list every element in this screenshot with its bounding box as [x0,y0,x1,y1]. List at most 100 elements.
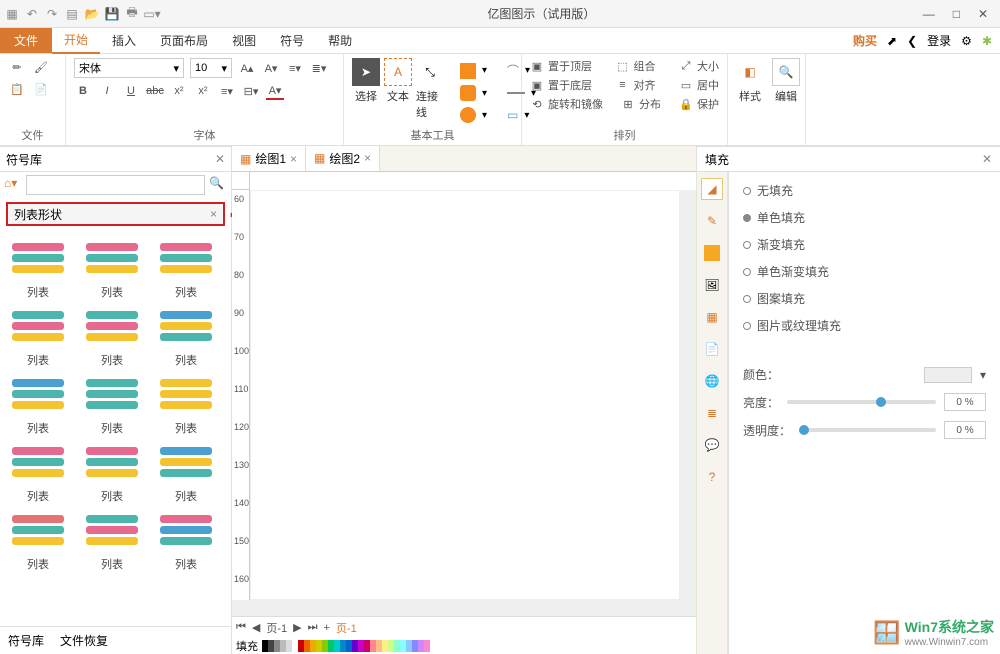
image-icon[interactable]: ▭ [507,108,518,122]
strike-button[interactable]: abc [146,82,164,100]
superscript-button[interactable]: x² [170,82,188,100]
menu-help[interactable]: 帮助 [316,28,364,53]
text-tool[interactable]: A 文本 [384,58,412,104]
protect-button[interactable]: 🔒保护 [679,96,719,112]
gallery-item[interactable]: 列表 [78,234,146,300]
layers-tab-icon[interactable]: ≣ [701,402,723,424]
font-family-combo[interactable]: 宋体▾ [74,58,184,78]
distribute-button[interactable]: ⊞分布 [621,96,661,112]
connector-tool[interactable]: ⤡ 连接线 [416,58,444,120]
fill-option-radio[interactable]: 单色填充 [743,209,986,226]
menu-symbols[interactable]: 符号 [268,28,316,53]
fill-option-radio[interactable]: 图案填充 [743,290,986,307]
font-size-combo[interactable]: 10▾ [190,58,232,78]
vertical-scrollbar[interactable] [680,190,696,600]
comment-tab-icon[interactable]: 💬 [701,434,723,456]
fill-option-radio[interactable]: 渐变填充 [743,236,986,253]
gallery-item[interactable]: 列表 [152,302,220,368]
circle-shape-icon[interactable] [460,107,476,123]
underline-button[interactable]: U [122,82,140,100]
open-icon[interactable]: 📂 [84,6,100,22]
menu-start[interactable]: 开始 [52,27,100,54]
effect-tab-icon[interactable]: ▦ [701,306,723,328]
doc-tab-2[interactable]: ▦绘图2× [306,146,380,171]
line-tab-icon[interactable]: ✎ [701,210,723,232]
menu-view[interactable]: 视图 [220,28,268,53]
font-grow-icon[interactable]: A▴ [238,59,256,77]
new-icon[interactable]: ▤ [64,6,80,22]
align-icon[interactable]: ≡▾ [218,82,236,100]
tab-file-restore[interactable]: 文件恢复 [60,632,108,649]
save-icon[interactable]: 💾 [104,6,120,22]
font-shrink-icon[interactable]: A▾ [262,59,280,77]
active-page[interactable]: 页-1 [336,620,357,636]
brightness-slider[interactable] [787,400,936,404]
rotate-button[interactable]: ⟲旋转和镜像 [530,96,603,112]
page-last-icon[interactable]: ⏭ [308,621,318,634]
subscript-button[interactable]: x² [194,82,212,100]
document-tab-icon[interactable]: 📄 [701,338,723,360]
send-back-button[interactable]: ▣置于底层 [530,77,592,93]
brightness-value[interactable]: 0 % [944,393,986,411]
bold-button[interactable]: B [74,82,92,100]
file-menu-button[interactable]: 文件 [0,28,52,53]
line-spacing-icon[interactable]: ≡▾ [286,59,304,77]
gallery-item[interactable]: 列表 [4,302,72,368]
buy-link[interactable]: 购买 [853,32,877,49]
style-button[interactable]: ◧ 样式 [736,58,764,104]
align-button[interactable]: ≡对齐 [616,77,656,93]
copy-icon[interactable]: 📋 [8,80,26,98]
export-icon[interactable]: ▭▾ [144,6,160,22]
page-prev-icon[interactable]: ◀ [252,621,260,634]
tab-symbol-library[interactable]: 符号库 [8,632,44,649]
gallery-item[interactable]: 列表 [152,370,220,436]
close-category-icon[interactable]: × [210,207,217,221]
gallery-item[interactable]: 列表 [152,234,220,300]
close-fill-panel-icon[interactable]: ✕ [982,152,992,166]
minimize-button[interactable]: — [923,7,935,21]
settings-icon[interactable]: ⚙ [961,34,972,48]
opacity-slider[interactable] [799,428,936,432]
opacity-value[interactable]: 0 % [944,421,986,439]
italic-button[interactable]: I [98,82,116,100]
gallery-item[interactable]: 列表 [152,438,220,504]
category-header-highlighted[interactable]: 列表形状 × [6,202,225,226]
edit-button[interactable]: 🔍 编辑 [772,58,800,104]
doc-tab-1[interactable]: ▦绘图1× [232,146,306,171]
menu-insert[interactable]: 插入 [100,28,148,53]
square-shape-icon[interactable] [460,63,476,79]
pointer-icon[interactable]: ✏ [8,58,26,76]
brush-icon[interactable]: 🖌 [32,58,50,76]
redo-icon[interactable]: ↷ [44,6,60,22]
page-first-icon[interactable]: ⏮ [236,621,246,634]
globe-tab-icon[interactable]: 🌐 [701,370,723,392]
color-swatch[interactable] [424,640,430,652]
center-button[interactable]: ▭居中 [679,77,719,93]
help-tab-icon[interactable]: ? [701,466,723,488]
close-panel-icon[interactable]: ✕ [215,152,225,166]
curve-icon[interactable]: ⌒ [507,62,519,79]
menu-page-layout[interactable]: 页面布局 [148,28,220,53]
fill-option-radio[interactable]: 单色渐变填充 [743,263,986,280]
drawing-canvas[interactable] [250,190,680,600]
group-button[interactable]: ⬚组合 [616,58,656,74]
fill-option-radio[interactable]: 无填充 [743,182,986,199]
page-next-icon[interactable]: ▶ [293,621,301,634]
add-page-icon[interactable]: + [324,622,330,634]
undo-icon[interactable]: ↶ [24,6,40,22]
print-icon[interactable]: 🖶 [124,6,140,22]
horizontal-scrollbar[interactable] [232,600,696,616]
gallery-item[interactable]: 列表 [152,506,220,572]
close-button[interactable]: ✕ [978,7,988,21]
bullets-icon[interactable]: ≣▾ [310,59,328,77]
library-search-input[interactable] [26,175,205,195]
shape-tab-icon[interactable] [701,242,723,264]
select-tool[interactable]: ➤ 选择 [352,58,380,104]
gallery-item[interactable]: 列表 [78,302,146,368]
help-icon[interactable]: ✱ [982,34,992,48]
gallery-item[interactable]: 列表 [78,438,146,504]
image-tab-icon[interactable]: 🖼 [701,274,723,296]
gallery-item[interactable]: 列表 [4,234,72,300]
paste-icon[interactable]: 📄 [32,80,50,98]
gallery-item[interactable]: 列表 [78,370,146,436]
